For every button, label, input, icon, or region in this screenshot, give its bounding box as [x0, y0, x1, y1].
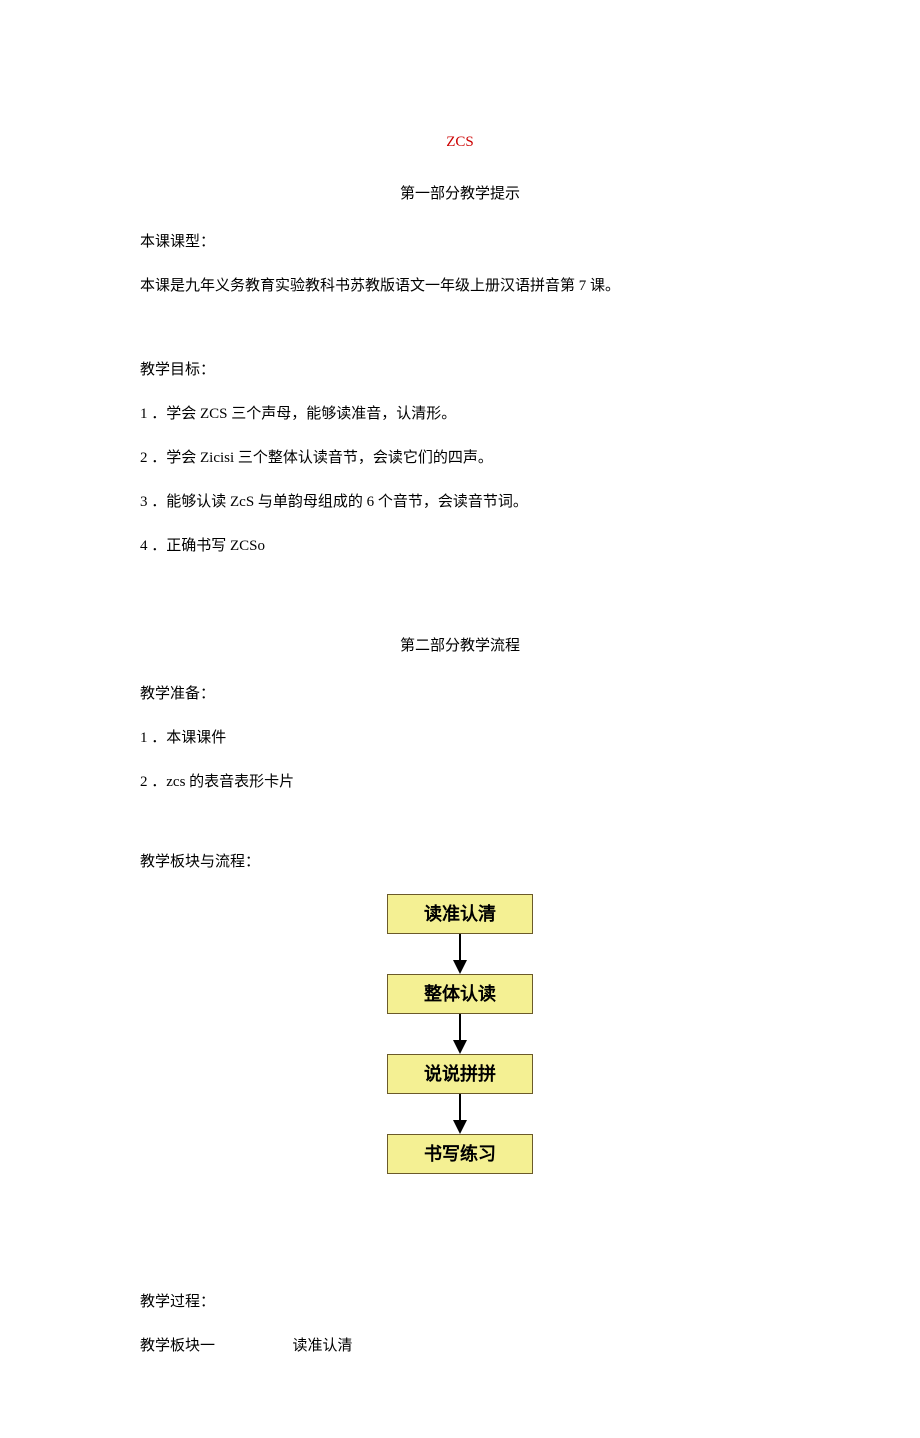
objective-item: 4 ．正确书写 ZCSo — [140, 534, 780, 558]
objective-item: 1 ．学会 ZCS 三个声母，能够读准音，认清形。 — [140, 402, 780, 426]
flow-label: 教学板块与流程： — [140, 850, 780, 874]
objective-item: 2 ．学会 Zicisi 三个整体认读音节，会读它们的四声。 — [140, 446, 780, 470]
document-title: ZCS — [140, 130, 780, 154]
objectives-label: 教学目标： — [140, 358, 780, 382]
prep-item: 2 ．zcs 的表音表形卡片 — [140, 770, 780, 794]
block1-title: 读准认清 — [293, 1334, 353, 1358]
flowchart-diagram: 读准认清 整体认读 说说拼拼 书写练习 — [140, 894, 780, 1174]
flow-box-4: 书写练习 — [387, 1134, 533, 1174]
section1-header: 第一部分教学提示 — [140, 182, 780, 206]
objective-item: 3 ．能够认读 ZcS 与单韵母组成的 6 个音节，会读音节词。 — [140, 490, 780, 514]
flow-box-3: 说说拼拼 — [387, 1054, 533, 1094]
arrow-down-icon — [450, 1014, 470, 1054]
arrow-down-icon — [450, 934, 470, 974]
block1-label: 教学板块一 — [140, 1334, 215, 1358]
process-label: 教学过程： — [140, 1290, 780, 1314]
prep-item: 1 ．本课课件 — [140, 726, 780, 750]
preparation-label: 教学准备： — [140, 682, 780, 706]
flow-box-1: 读准认清 — [387, 894, 533, 934]
arrow-down-icon — [450, 1094, 470, 1134]
teaching-block-row: 教学板块一 读准认清 — [140, 1334, 780, 1358]
course-type-label: 本课课型： — [140, 230, 780, 254]
flow-box-2: 整体认读 — [387, 974, 533, 1014]
course-type-description: 本课是九年义务教育实验教科书苏教版语文一年级上册汉语拼音第 7 课。 — [140, 274, 780, 298]
section2-header: 第二部分教学流程 — [140, 634, 780, 658]
